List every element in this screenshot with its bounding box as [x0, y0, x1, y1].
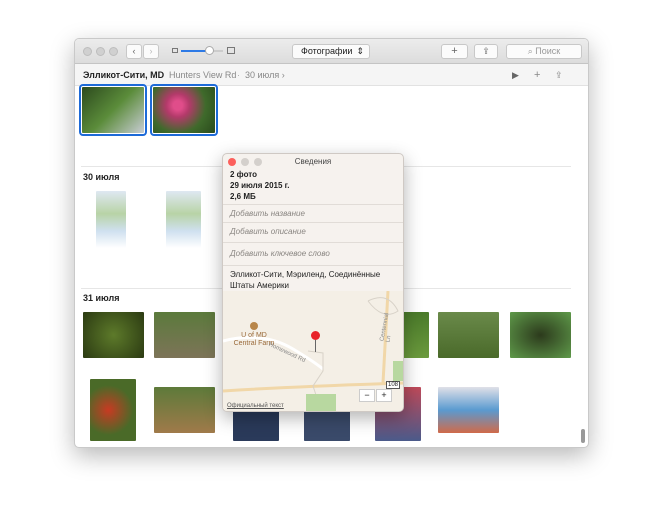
close-button[interactable]	[83, 47, 92, 56]
share-button[interactable]: ⇪	[474, 44, 498, 59]
add-button[interactable]: +	[441, 44, 468, 59]
info-summary: 2 фото 29 июля 2015 г. 2,6 МБ	[230, 169, 289, 202]
photo-thumbnail[interactable]	[510, 312, 571, 358]
poi-icon	[250, 322, 258, 330]
photo-thumbnail[interactable]	[154, 312, 215, 358]
photo-thumbnail[interactable]	[150, 84, 218, 136]
updown-icon: ⇕	[356, 46, 364, 56]
map-zoom-in-button[interactable]: +	[376, 389, 392, 402]
forward-button[interactable]: ›	[143, 44, 159, 59]
share-icon: ⇪	[482, 46, 490, 56]
breadcrumb-date[interactable]: 30 июля ›	[245, 64, 285, 86]
breadcrumb-separator: ·	[237, 70, 240, 80]
photo-thumbnail[interactable]	[83, 312, 144, 358]
photo-thumbnail[interactable]	[400, 312, 429, 358]
small-thumb-icon	[172, 48, 178, 53]
photo-thumbnail[interactable]	[438, 387, 499, 433]
photo-date: 29 июля 2015 г.	[230, 181, 290, 190]
map-legal-link[interactable]: Официальный текст	[227, 403, 284, 409]
back-button[interactable]: ‹	[126, 44, 142, 59]
add-icon[interactable]: +	[534, 64, 540, 86]
large-thumb-icon	[227, 47, 235, 54]
zoom-button[interactable]	[109, 47, 118, 56]
search-input[interactable]: ⌕ Поиск	[506, 44, 582, 59]
breadcrumb: Элликот-Сити, MD Hunters View Rd · 30 ию…	[75, 64, 588, 86]
location-map[interactable]: U of MD Central Farm Homewood Rd Centenn…	[223, 291, 403, 411]
breadcrumb-street[interactable]: Hunters View Rd	[169, 64, 236, 86]
photo-thumbnail[interactable]	[304, 409, 350, 441]
photo-thumbnail[interactable]	[233, 409, 279, 441]
screenshot-thumbnail[interactable]	[96, 191, 126, 248]
title-field[interactable]: Добавить название	[223, 204, 403, 223]
photo-thumbnail[interactable]	[79, 84, 147, 136]
section-title: 30 июля	[83, 172, 120, 182]
minimize-button[interactable]	[96, 47, 105, 56]
location-pin-icon	[311, 331, 320, 340]
pin-stem	[315, 340, 316, 352]
section-title: 31 июля	[83, 293, 120, 303]
screenshot-thumbnail[interactable]	[166, 191, 201, 248]
keyword-field[interactable]: Добавить ключевое слово	[223, 242, 403, 266]
photo-count: 2 фото	[230, 170, 257, 179]
map-zoom-out-button[interactable]: −	[359, 389, 375, 402]
photo-size: 2,6 МБ	[230, 192, 256, 201]
share-icon[interactable]: ⇪	[555, 64, 563, 86]
photo-thumbnail[interactable]	[438, 312, 499, 358]
location-text: Элликот-Сити, Мэриленд, Соединённые Штат…	[223, 265, 403, 291]
photo-thumbnail[interactable]	[154, 387, 215, 433]
scrollbar[interactable]	[581, 429, 585, 443]
photo-thumbnail[interactable]	[90, 379, 136, 441]
toolbar: ‹ › Фотографии ⇕ + ⇪ ⌕ Поиск	[75, 39, 588, 64]
panel-title: Сведения	[294, 157, 332, 166]
route-shield: 108	[386, 381, 401, 389]
description-field[interactable]: Добавить описание	[223, 222, 403, 241]
zoom-slider[interactable]	[181, 46, 223, 55]
view-select[interactable]: Фотографии ⇕	[292, 44, 370, 59]
view-select-label: Фотографии	[301, 46, 353, 56]
search-placeholder: Поиск	[535, 46, 561, 56]
breadcrumb-place[interactable]: Элликот-Сити, MD	[83, 64, 164, 86]
info-panel: Сведения 2 фото 29 июля 2015 г. 2,6 МБ Д…	[222, 153, 404, 412]
play-icon[interactable]: ▶	[512, 64, 519, 86]
